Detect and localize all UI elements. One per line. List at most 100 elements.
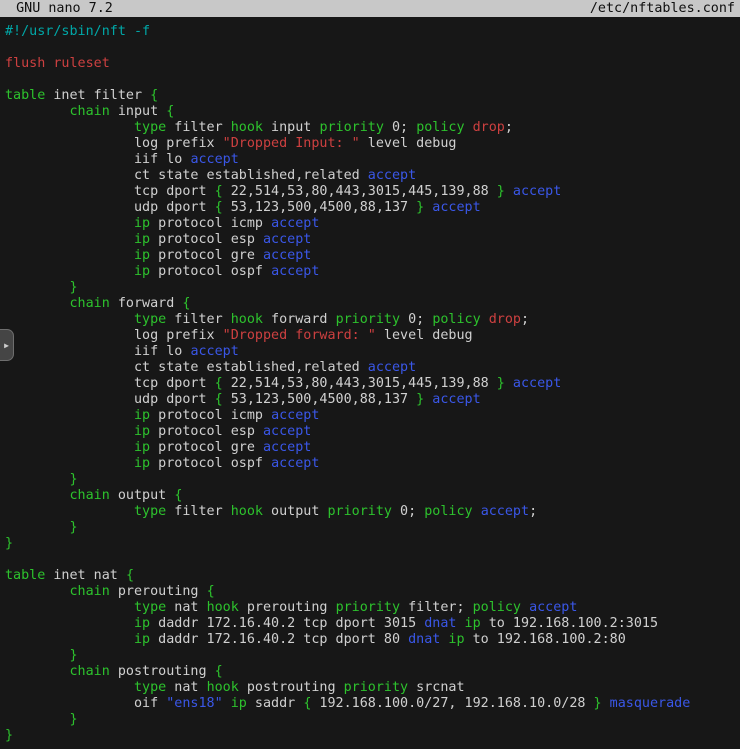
code-token: #!/usr/sbin/nft -f bbox=[5, 24, 150, 39]
code-token: drop bbox=[473, 120, 505, 135]
code-token: udp dport bbox=[5, 392, 215, 407]
code-token: priority bbox=[336, 600, 401, 615]
code-token: hook bbox=[207, 600, 239, 615]
code-token: "ens18" bbox=[166, 696, 222, 711]
code-token bbox=[5, 264, 134, 279]
code-line: tcp dport { 22,514,53,80,443,3015,445,13… bbox=[5, 184, 740, 200]
code-line: } bbox=[5, 648, 740, 664]
code-token: level debug bbox=[360, 136, 457, 151]
code-token: oif bbox=[5, 696, 166, 711]
code-token: ip bbox=[448, 632, 464, 647]
code-line bbox=[5, 72, 740, 88]
code-token: forward bbox=[110, 296, 183, 311]
code-token: accept bbox=[513, 184, 561, 199]
code-token: { bbox=[174, 488, 182, 503]
code-token: "Dropped Input: " bbox=[223, 136, 360, 151]
code-token: 22,514,53,80,443,3015,445,139,88 bbox=[223, 376, 497, 391]
code-token bbox=[5, 632, 134, 647]
code-line: ip protocol icmp accept bbox=[5, 216, 740, 232]
code-token bbox=[5, 472, 70, 487]
code-token: ip bbox=[465, 616, 481, 631]
code-token: ip bbox=[134, 616, 150, 631]
code-token bbox=[5, 680, 134, 695]
code-line bbox=[5, 552, 740, 568]
code-line: chain postrouting { bbox=[5, 664, 740, 680]
code-token: accept bbox=[271, 456, 319, 471]
code-token: hook bbox=[231, 120, 263, 135]
code-line: chain forward { bbox=[5, 296, 740, 312]
code-line: iif lo accept bbox=[5, 344, 740, 360]
code-token: srcnat bbox=[408, 680, 464, 695]
code-token: ip bbox=[134, 216, 150, 231]
code-line: } bbox=[5, 536, 740, 552]
code-token: tcp dport bbox=[5, 184, 215, 199]
code-token: filter bbox=[166, 312, 231, 327]
code-token: protocol gre bbox=[150, 248, 263, 263]
code-token bbox=[5, 424, 134, 439]
code-token bbox=[5, 312, 134, 327]
sidebar-expand-handle[interactable]: ▶ bbox=[0, 329, 14, 361]
code-token: 22,514,53,80,443,3015,445,139,88 bbox=[223, 184, 497, 199]
file-path-label: /etc/nftables.conf bbox=[590, 0, 735, 17]
code-token: protocol esp bbox=[150, 232, 263, 247]
code-token: accept bbox=[368, 168, 416, 183]
code-line: } bbox=[5, 712, 740, 728]
code-line: type filter hook input priority 0; polic… bbox=[5, 120, 740, 136]
code-token bbox=[5, 440, 134, 455]
code-line: ct state established,related accept bbox=[5, 360, 740, 376]
code-token: type bbox=[134, 120, 166, 135]
code-token bbox=[5, 456, 134, 471]
code-token bbox=[223, 696, 231, 711]
code-token: priority bbox=[344, 680, 409, 695]
code-token: 0; bbox=[392, 504, 424, 519]
code-token: inet nat bbox=[45, 568, 126, 583]
code-token: filter bbox=[166, 504, 231, 519]
code-token: type bbox=[134, 312, 166, 327]
code-line: chain input { bbox=[5, 104, 740, 120]
code-line: } bbox=[5, 280, 740, 296]
code-token: masquerade bbox=[610, 696, 691, 711]
code-token: priority bbox=[328, 504, 393, 519]
code-token: protocol esp bbox=[150, 424, 263, 439]
code-token: ip bbox=[134, 440, 150, 455]
code-token bbox=[465, 120, 473, 135]
code-line: ip protocol gre accept bbox=[5, 248, 740, 264]
code-token: accept bbox=[432, 200, 480, 215]
code-token: accept bbox=[271, 264, 319, 279]
code-line: ip protocol esp accept bbox=[5, 424, 740, 440]
code-token: { bbox=[207, 584, 215, 599]
code-token bbox=[5, 504, 134, 519]
terminal-editor[interactable]: #!/usr/sbin/nft -fflush rulesettable ine… bbox=[0, 17, 740, 744]
code-token: } bbox=[70, 520, 78, 535]
code-token: accept bbox=[432, 392, 480, 407]
code-token bbox=[5, 248, 134, 263]
code-token: protocol icmp bbox=[150, 216, 271, 231]
code-line: ip daddr 172.16.40.2 tcp dport 3015 dnat… bbox=[5, 616, 740, 632]
code-line: ip protocol esp accept bbox=[5, 232, 740, 248]
code-token: policy bbox=[473, 600, 521, 615]
code-token: protocol icmp bbox=[150, 408, 271, 423]
app-version-label: GNU nano 7.2 bbox=[0, 0, 113, 17]
code-token: accept bbox=[271, 408, 319, 423]
code-token: } bbox=[70, 712, 78, 727]
code-token: type bbox=[134, 680, 166, 695]
code-token: to 192.168.100.2:3015 bbox=[481, 616, 658, 631]
code-token bbox=[5, 616, 134, 631]
code-token bbox=[481, 312, 489, 327]
code-line: udp dport { 53,123,500,4500,88,137 } acc… bbox=[5, 392, 740, 408]
code-token: accept bbox=[263, 248, 311, 263]
code-line: iif lo accept bbox=[5, 152, 740, 168]
code-token: ip bbox=[134, 264, 150, 279]
code-line: } bbox=[5, 728, 740, 744]
code-token bbox=[5, 584, 70, 599]
code-token: accept bbox=[190, 344, 238, 359]
code-token: udp dport bbox=[5, 200, 215, 215]
code-token bbox=[5, 280, 70, 295]
code-token: accept bbox=[263, 424, 311, 439]
code-token: postrouting bbox=[239, 680, 344, 695]
code-token: tcp dport bbox=[5, 376, 215, 391]
code-token: } bbox=[497, 376, 505, 391]
code-token: output bbox=[110, 488, 175, 503]
code-token: 0; bbox=[384, 120, 416, 135]
code-token bbox=[5, 408, 134, 423]
